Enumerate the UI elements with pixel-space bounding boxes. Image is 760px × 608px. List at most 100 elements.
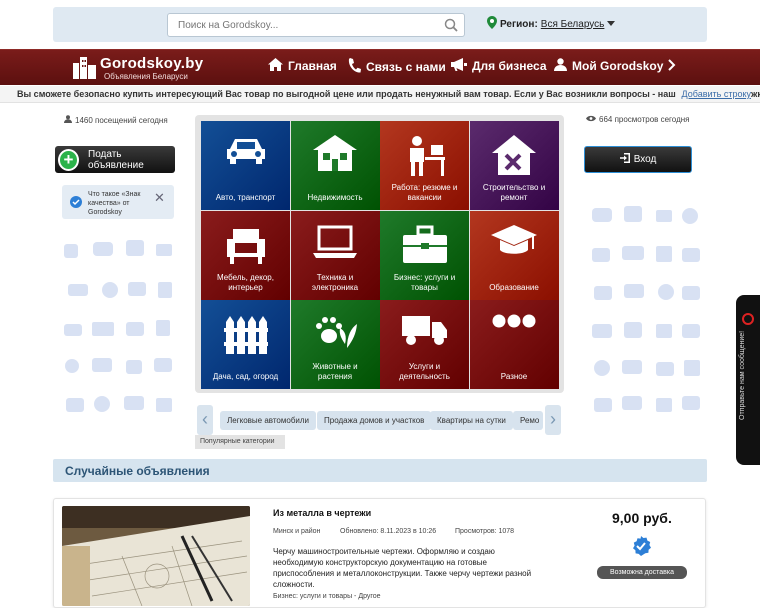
laptop-icon <box>313 225 357 262</box>
tools-house-icon <box>492 135 536 178</box>
user-icon <box>64 115 72 125</box>
region-selector[interactable]: Регион: Вся Беларусь <box>487 16 616 32</box>
views-text: 664 просмотров сегодня <box>599 115 690 124</box>
chevron-down-icon[interactable] <box>607 19 616 30</box>
logo-tagline: Объявления Беларуси <box>104 72 188 81</box>
verified-badge-icon <box>70 196 82 211</box>
dots-icon <box>492 314 536 331</box>
sign-in-icon <box>619 153 630 166</box>
category-tile[interactable]: Авто, транспорт <box>201 121 290 210</box>
worker-desk-icon <box>405 135 445 180</box>
category-label: Образование <box>489 282 539 292</box>
search-box[interactable] <box>167 13 465 37</box>
listing-views: Просмотров: 1078 <box>455 528 515 535</box>
category-label: Недвижимость <box>307 193 363 202</box>
plus-icon: + <box>58 148 80 171</box>
search-input[interactable] <box>168 14 418 36</box>
popular-chip[interactable]: Ремо <box>513 411 543 430</box>
nav-business-label: Для бизнеса <box>472 59 547 73</box>
login-button[interactable]: Вход <box>584 146 692 173</box>
category-label: Услуги и деятельность <box>399 362 450 381</box>
popular-categories-label: Популярные категории <box>195 435 285 449</box>
category-label: Животные и растения <box>312 362 358 381</box>
listing-category[interactable]: Бизнес: услуги и товары - Другое <box>273 593 381 600</box>
category-tile[interactable]: Техника и электроника <box>290 210 380 300</box>
listing-title[interactable]: Из металла в чертежи <box>273 508 371 518</box>
online-status-icon <box>742 313 754 325</box>
truck-icon <box>401 314 448 349</box>
category-tile[interactable]: Образование <box>469 210 559 300</box>
category-label: Мебель, декор, интерьер <box>217 272 274 292</box>
nav-business[interactable]: Для бизнеса <box>451 58 547 74</box>
paw-leaf-icon <box>313 314 357 351</box>
post-ad-button[interactable]: + Подать объявление <box>55 146 175 173</box>
decorative-pattern-right <box>592 206 700 412</box>
nav-my[interactable]: Мой Gorodskoy <box>554 58 676 74</box>
chevron-right-icon <box>668 58 676 74</box>
category-tile[interactable]: Работа: резюме и вакансии <box>380 121 469 210</box>
visits-counter: 1460 посещений сегодня <box>64 115 168 125</box>
location-pin-icon <box>487 16 497 32</box>
house-icon <box>313 135 357 174</box>
city-buildings-icon <box>72 55 98 84</box>
graduation-cap-icon <box>491 224 537 262</box>
nav-my-label: Мой Gorodskoy <box>572 59 664 73</box>
random-listings-title: Случайные объявления <box>53 459 707 482</box>
popular-chip[interactable]: Легковые автомобили <box>220 411 317 430</box>
scroll-left-button[interactable]: ‹ <box>197 405 213 435</box>
category-label: Дача, сад, огород <box>212 372 279 381</box>
nav-home-label: Главная <box>288 59 337 73</box>
region-value[interactable]: Вся Беларусь <box>541 19 605 30</box>
quality-notice-text: Что такое «Знак качества» от Gorodskoy <box>88 191 141 216</box>
scroll-right-button[interactable]: › <box>545 405 561 435</box>
category-tile[interactable]: Животные и растения <box>290 300 380 389</box>
nav-home[interactable]: Главная <box>268 58 337 74</box>
category-label: Бизнес: услуги и товары <box>393 272 456 292</box>
ticker-message: Вы сможете безопасно купить интересующий… <box>17 89 760 99</box>
megaphone-icon <box>451 58 467 74</box>
listing-updated: Обновлено: 8.11.2023 в 10:26 <box>340 528 437 535</box>
category-tile[interactable]: Мебель, декор, интерьер <box>201 210 290 300</box>
user-icon <box>554 58 567 74</box>
category-tile[interactable]: Разное <box>469 300 559 389</box>
listing-price: 9,00 руб. <box>612 510 672 526</box>
feedback-label: Отправьте нам сообщение! <box>739 330 746 420</box>
feedback-tab[interactable]: Отправьте нам сообщение! <box>736 295 760 465</box>
listing-description: Черчу машиностроительные чертежи. Оформл… <box>273 547 532 589</box>
briefcase-icon <box>402 225 447 266</box>
decorative-pattern-left <box>64 240 172 412</box>
category-tile[interactable]: Бизнес: услуги и товары <box>380 210 469 300</box>
armchair-icon <box>225 225 267 268</box>
logo-name: Gorodskoy.by <box>100 55 204 72</box>
eye-icon <box>586 115 596 124</box>
phone-icon <box>348 58 361 76</box>
category-tile[interactable]: Услуги и деятельность <box>380 300 469 389</box>
nav-contact-label: Связь с нами <box>366 60 446 74</box>
region-label: Регион: <box>500 18 538 30</box>
category-label: Строительство и ремонт <box>482 183 546 202</box>
search-icon[interactable] <box>444 18 458 37</box>
popular-chip[interactable]: Квартиры на сутки <box>430 411 513 430</box>
verified-badge-icon <box>631 536 651 561</box>
delivery-badge: Возможна доставка <box>597 566 687 579</box>
category-tile[interactable]: Дача, сад, огород <box>201 300 290 389</box>
news-ticker: Вы сможете безопасно купить интересующий… <box>0 86 760 103</box>
nav-contact[interactable]: Связь с нами <box>348 58 446 76</box>
listing-image[interactable] <box>62 506 250 606</box>
category-label: Авто, транспорт <box>215 193 276 202</box>
category-tile[interactable]: Строительство и ремонт <box>469 121 559 210</box>
listing-location: Минск и район <box>273 528 321 535</box>
category-tile[interactable]: Недвижимость <box>290 121 380 210</box>
category-label: Разное <box>500 372 528 381</box>
category-label: Работа: резюме и вакансии <box>391 183 458 202</box>
home-icon <box>268 58 283 74</box>
fence-icon <box>223 314 268 357</box>
quality-notice[interactable]: Что такое «Знак качества» от Gorodskoy ✕ <box>62 185 174 219</box>
add-line-link[interactable]: Добавить строку <box>675 89 751 99</box>
popular-chip[interactable]: Продажа домов и участков <box>317 411 432 430</box>
visits-text: 1460 посещений сегодня <box>75 115 168 125</box>
close-icon[interactable]: ✕ <box>154 191 165 204</box>
category-label: Техника и электроника <box>311 272 359 292</box>
post-ad-label: Подать объявление <box>88 148 144 171</box>
views-counter: 664 просмотров сегодня <box>586 115 690 124</box>
